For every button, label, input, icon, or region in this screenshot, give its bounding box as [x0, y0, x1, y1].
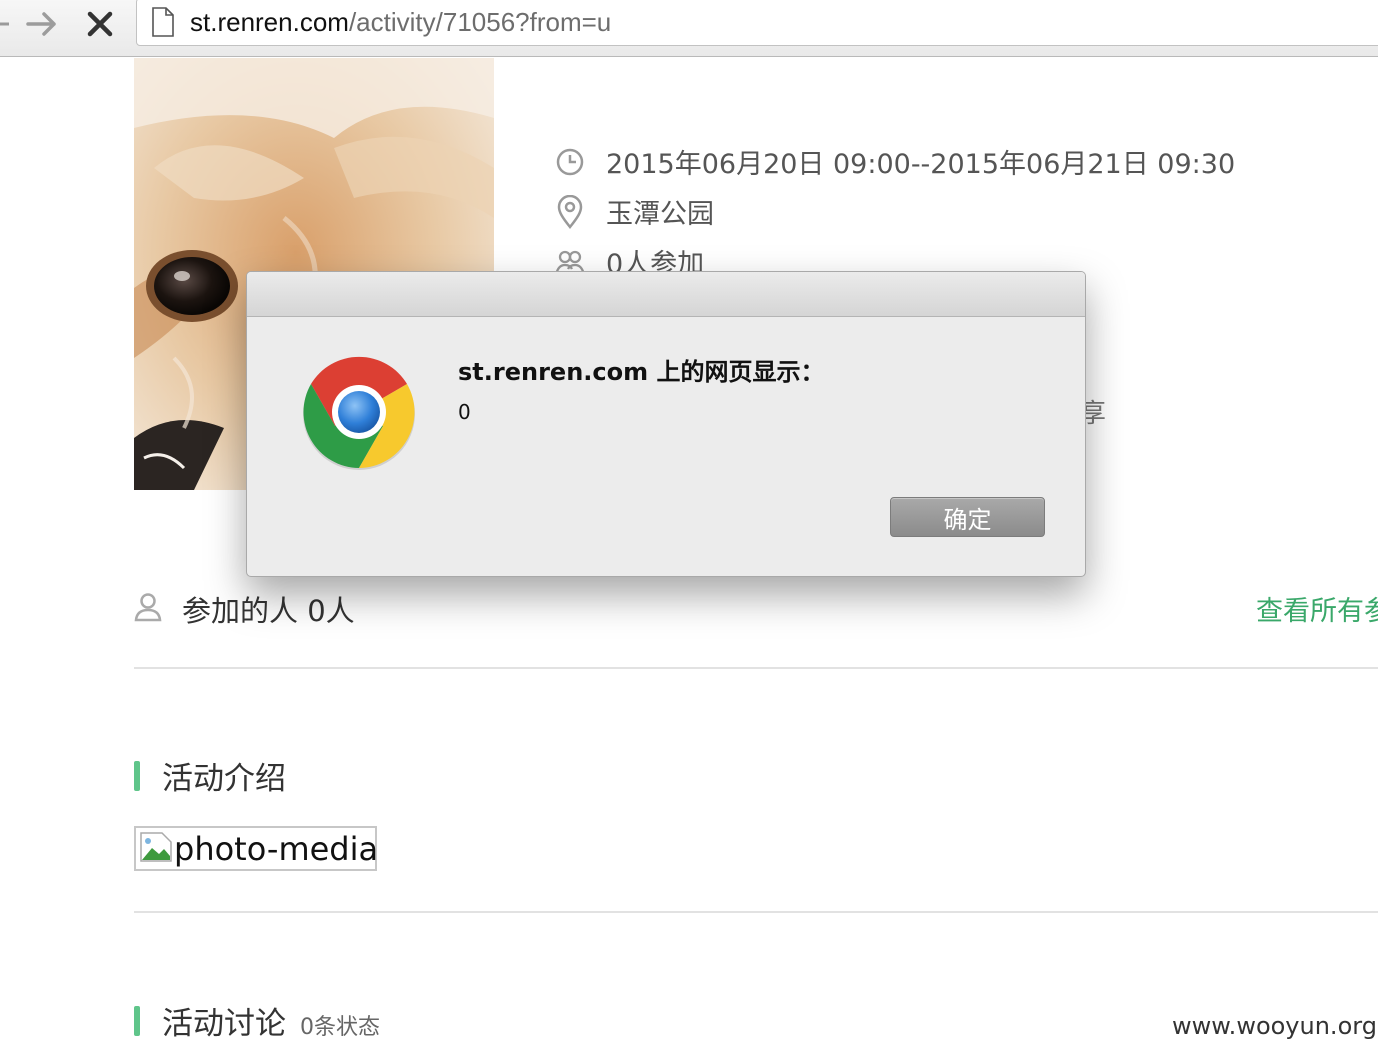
- dialog-titlebar: [247, 272, 1085, 317]
- person-icon: [134, 592, 162, 626]
- discussion-title: 活动讨论: [162, 1006, 286, 1042]
- participants-label: 参加的人 0人: [182, 594, 355, 628]
- chrome-logo-icon: [301, 354, 417, 470]
- broken-image: photo-media: [134, 826, 379, 871]
- forward-arrow-icon[interactable]: [22, 4, 62, 44]
- discussion-section-header: 活动讨论 0条状态: [134, 998, 380, 1043]
- activity-location: 玉潭公园: [606, 199, 714, 230]
- divider: [134, 911, 1378, 913]
- broken-image-alt: photo-media: [174, 829, 379, 868]
- ok-button[interactable]: 确定: [890, 497, 1045, 537]
- alert-dialog: st.renren.com 上的网页显示： 0 确定: [246, 271, 1086, 577]
- dialog-title: st.renren.com 上的网页显示：: [458, 358, 825, 386]
- location-pin-icon: [554, 194, 586, 229]
- stop-icon[interactable]: [80, 4, 120, 44]
- intro-section-header: 活动介绍: [134, 753, 286, 798]
- url-text[interactable]: st.renren.com/activity/71056?from=u: [190, 5, 611, 39]
- url-path: /activity/71056?from=u: [348, 7, 612, 37]
- back-arrow-icon[interactable]: [0, 4, 12, 44]
- browser-toolbar: st.renren.com/activity/71056?from=u: [0, 0, 1378, 57]
- activity-time: 2015年06月20日 09:00--2015年06月21日 09:30: [606, 149, 1236, 180]
- participants-header: 参加的人 0人: [134, 588, 355, 630]
- view-all-participants-link[interactable]: 查看所有参: [1256, 589, 1378, 628]
- section-marker: [134, 1005, 140, 1036]
- activity-location-row: 玉潭公园: [554, 192, 714, 231]
- address-bar[interactable]: st.renren.com/activity/71056?from=u: [136, 0, 1378, 46]
- dialog-message: 0: [458, 400, 471, 424]
- broken-image-icon: [140, 831, 172, 866]
- section-marker: [134, 760, 140, 791]
- activity-time-row: 2015年06月20日 09:00--2015年06月21日 09:30: [554, 142, 1235, 181]
- divider: [134, 667, 1378, 669]
- clock-icon: [554, 146, 586, 178]
- watermark: www.wooyun.org: [1172, 1012, 1377, 1040]
- intro-title: 活动介绍: [162, 761, 286, 797]
- url-host: st.renren.com: [190, 7, 349, 37]
- discussion-count: 0条状态: [300, 1014, 380, 1040]
- page-icon: [151, 7, 175, 41]
